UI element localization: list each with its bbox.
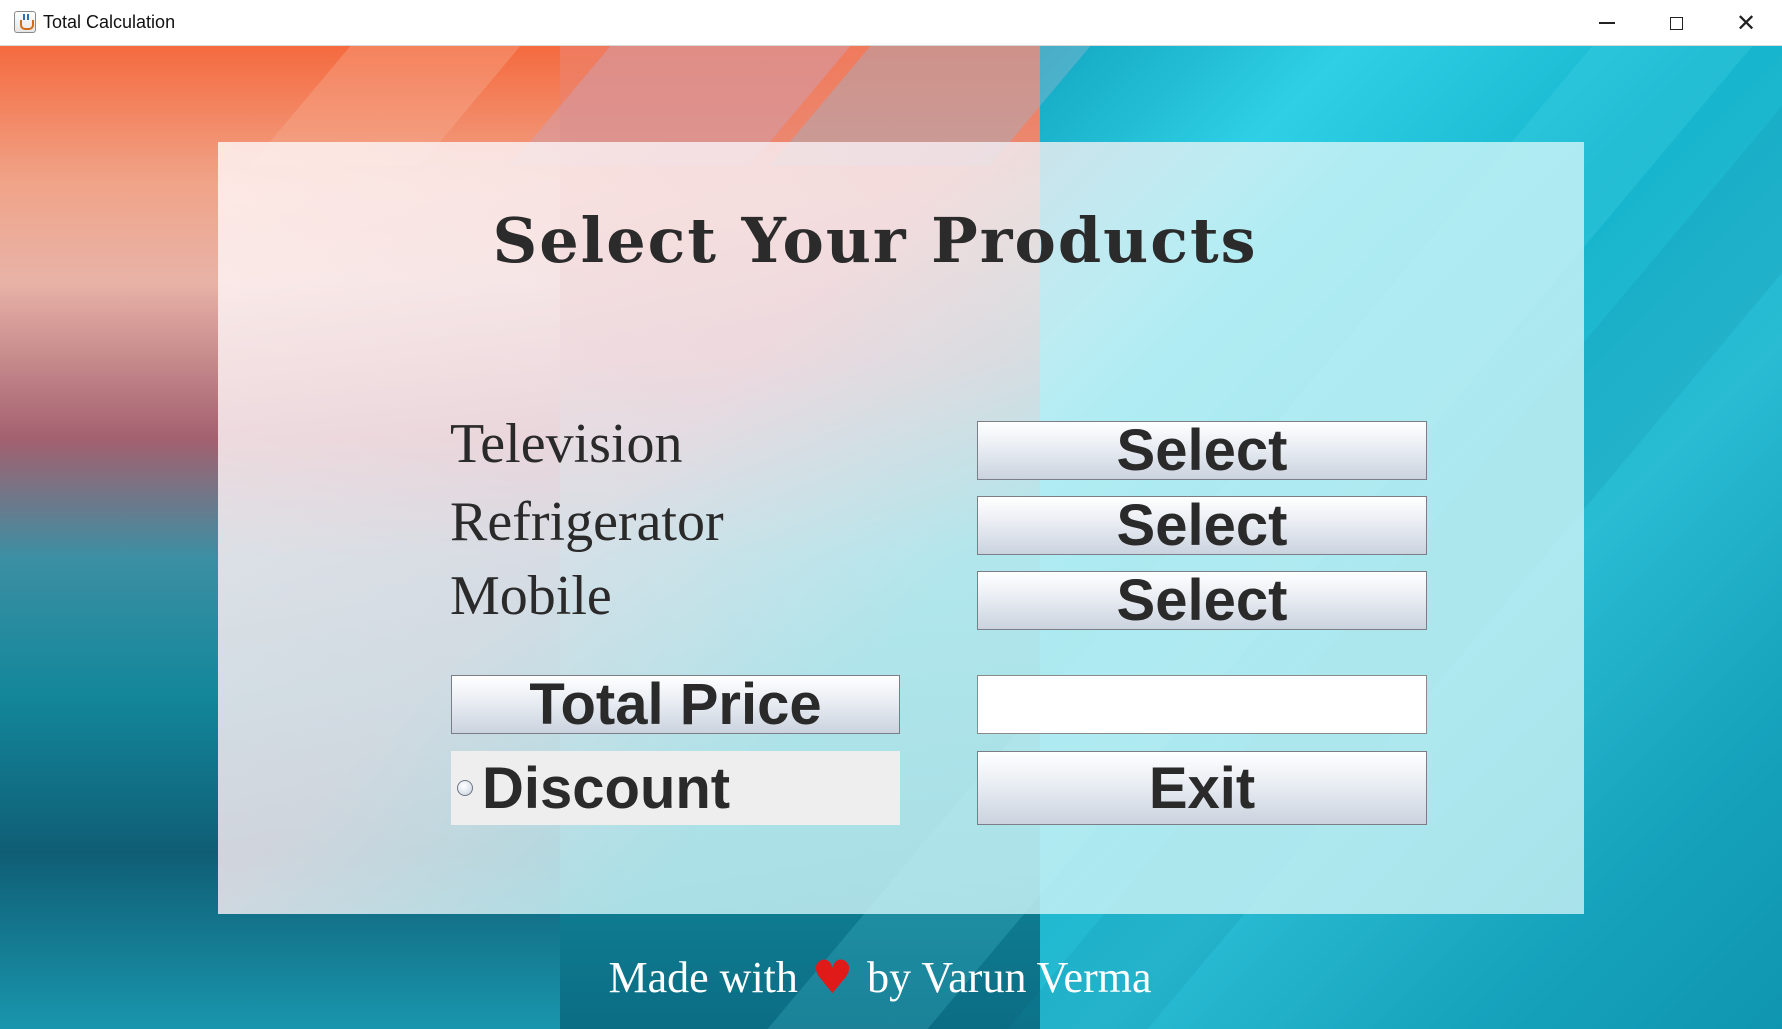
refrigerator-label: Refrigerator	[450, 491, 724, 553]
product-panel: Select Your Products Television Refriger…	[218, 142, 1584, 914]
window-title: Total Calculation	[43, 12, 176, 32]
exit-button[interactable]: Exit	[977, 751, 1427, 825]
java-app-icon	[14, 11, 36, 33]
heart-icon: ♥	[811, 950, 854, 1004]
footer-suffix: by Varun Verma	[867, 952, 1152, 1002]
total-price-field[interactable]	[977, 675, 1427, 734]
radio-button-icon[interactable]	[457, 780, 473, 796]
mobile-label: Mobile	[450, 565, 612, 627]
panel-title: Select Your Products	[492, 204, 1258, 277]
select-refrigerator-button[interactable]: Select	[977, 493, 1427, 558]
select-television-button[interactable]: Select	[977, 418, 1427, 483]
close-button[interactable]: ✕	[1711, 0, 1781, 46]
television-label: Television	[450, 413, 683, 475]
maximize-button[interactable]	[1641, 0, 1711, 46]
footer-prefix: Made with	[608, 952, 798, 1002]
minimize-icon	[1599, 22, 1615, 24]
close-icon: ✕	[1735, 9, 1757, 37]
footer-credit: Made with ♥ by Varun Verma	[0, 950, 1760, 1004]
minimize-button[interactable]	[1572, 0, 1642, 46]
window-titlebar: Total Calculation ✕	[0, 0, 1782, 46]
select-mobile-button[interactable]: Select	[977, 568, 1427, 633]
maximize-icon	[1669, 16, 1683, 30]
discount-label: Discount	[482, 755, 731, 821]
total-price-button[interactable]: Total Price	[451, 672, 900, 737]
discount-radio[interactable]: Discount	[451, 751, 900, 825]
